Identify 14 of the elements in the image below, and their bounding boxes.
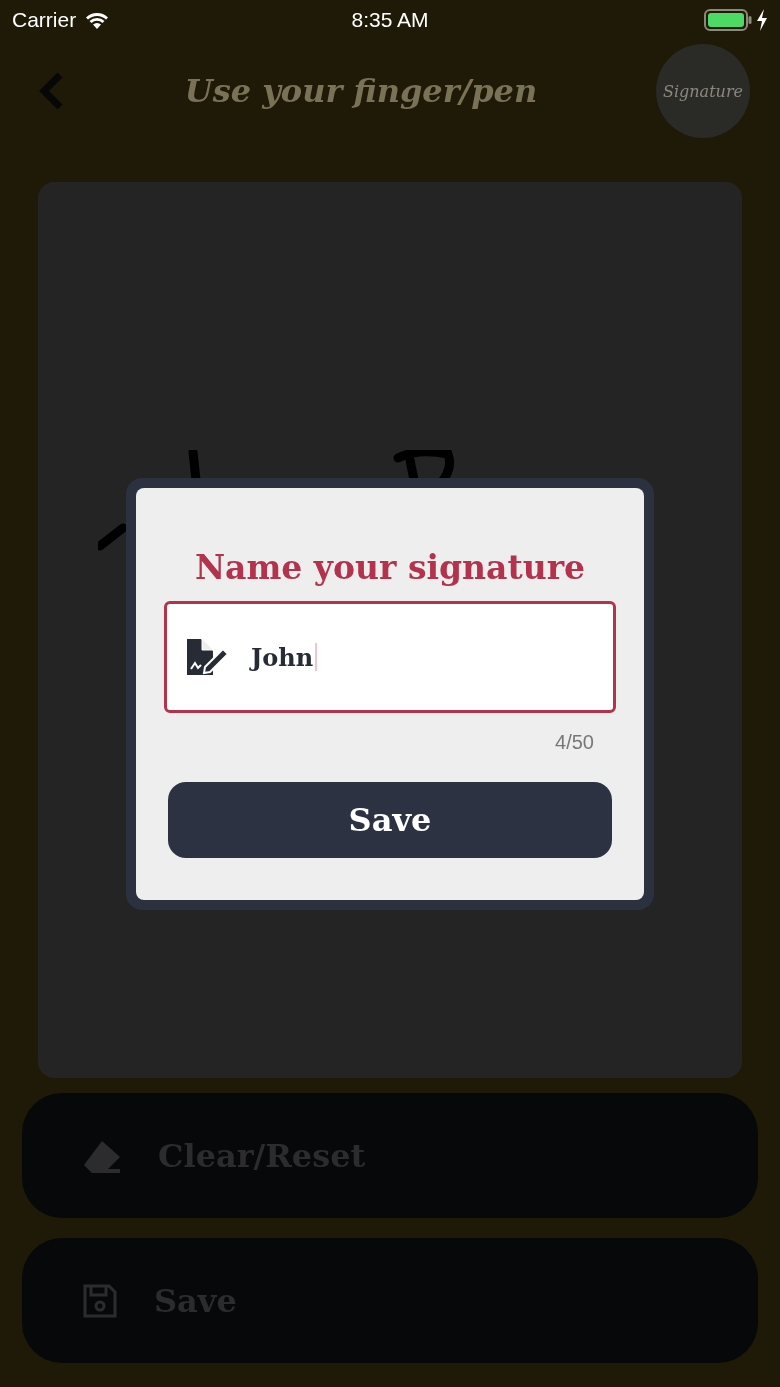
status-time: 8:35 AM [351,8,429,32]
screen-title: Use your finger/pen [183,72,539,110]
floppy-disk-icon [82,1282,118,1319]
dialog-title: Name your signature [194,548,586,587]
signature-logo: Signature [656,44,750,138]
character-counter: 4/50 [555,731,594,754]
carrier-name: Carrier [12,8,77,32]
field-value: John [251,642,314,672]
eraser-icon [82,1138,122,1173]
save-button[interactable]: Save [168,782,612,858]
charging-icon [756,9,768,31]
battery-icon [704,9,752,31]
wifi-icon [84,10,111,30]
name-input-field[interactable]: John [164,601,616,713]
